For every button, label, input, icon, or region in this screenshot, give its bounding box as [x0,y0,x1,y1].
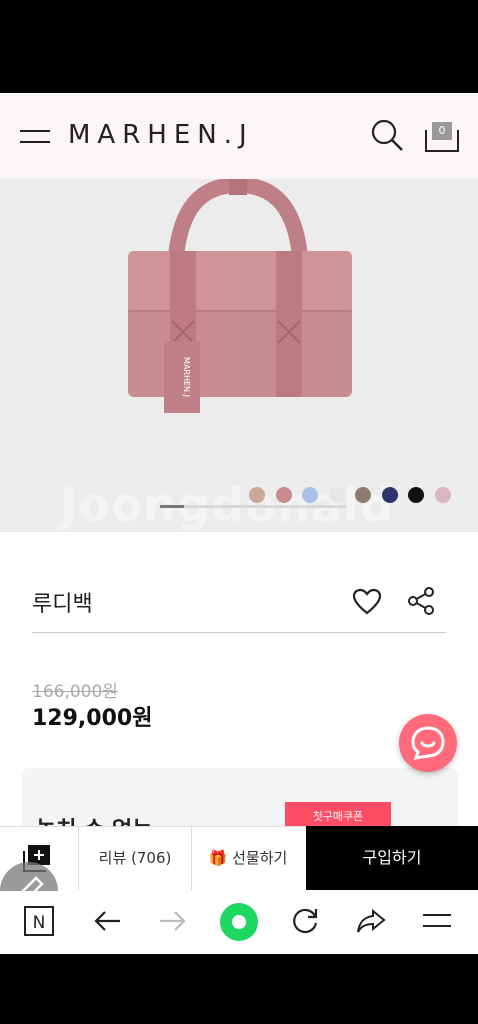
color-swatch[interactable] [302,487,318,503]
cart-count-badge: 0 [432,122,452,140]
chat-bubble-icon [411,726,445,760]
buy-button[interactable]: 구입하기 [306,826,478,890]
brand-logo[interactable]: MARHEN.J [68,120,254,150]
gift-label: 선물하기 [232,849,288,867]
review-button[interactable]: 리뷰 (706) [78,826,192,890]
sale-price: 129,000원 [32,706,153,731]
gift-icon: 🎁 [208,849,228,867]
carousel-progress-track [160,505,346,508]
color-swatch[interactable] [275,487,292,503]
naver-n-icon[interactable]: N [24,906,54,936]
system-nav-bar [0,954,478,1024]
browser-menu-icon[interactable] [422,906,452,936]
back-arrow-icon[interactable] [92,906,122,936]
share-arrow-icon[interactable] [356,906,386,936]
chat-button[interactable] [399,714,457,772]
color-swatch[interactable] [408,487,424,503]
color-swatch[interactable] [434,487,451,503]
home-icon[interactable] [220,903,258,941]
heart-icon[interactable] [352,588,382,616]
share-icon[interactable] [406,587,436,615]
strap-print-text: MARHEN.J [182,357,191,397]
color-swatch[interactable] [355,487,371,503]
original-price: 166,000원 [32,682,118,702]
color-swatch[interactable] [328,487,345,503]
color-swatch[interactable] [381,487,398,503]
forward-arrow-icon[interactable] [158,906,188,936]
carousel-progress-fill [160,505,185,508]
divider [32,632,446,633]
menu-icon[interactable] [20,128,50,148]
status-bar [0,0,478,93]
product-name: 루디백 [32,592,93,617]
color-swatch[interactable] [249,487,265,503]
search-icon[interactable] [370,118,404,152]
svg-text:N: N [33,913,46,933]
gift-button[interactable]: 🎁 선물하기 [190,826,306,890]
refresh-icon[interactable] [290,906,320,936]
